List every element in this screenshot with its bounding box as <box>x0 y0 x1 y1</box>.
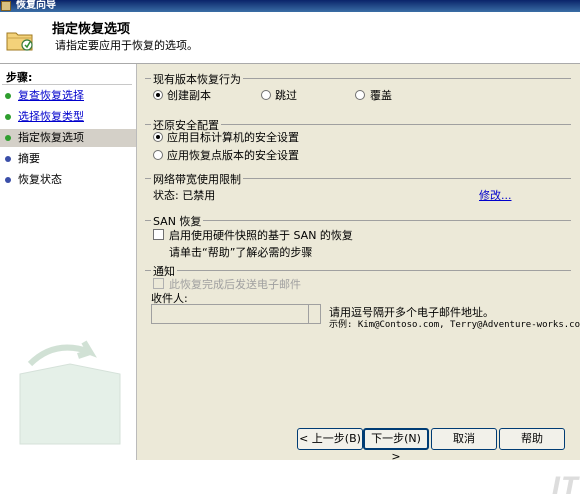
cancel-button[interactable]: 取消 <box>431 428 497 450</box>
sidebar-item-label: 选择恢复类型 <box>18 110 84 123</box>
skip-radio[interactable] <box>261 90 271 100</box>
create-copy-label[interactable]: 创建副本 <box>167 87 211 103</box>
options-panel: 现有版本恢复行为 创建副本 跳过 覆盖 还原安全配置 应用目标计算机的安全设置 … <box>137 64 580 500</box>
steps-title: 步骤: <box>6 71 33 84</box>
target-security-label[interactable]: 应用目标计算机的安全设置 <box>167 129 299 145</box>
page-subtitle: 请指定要应用于恢复的选项。 <box>55 39 198 52</box>
overwrite-radio[interactable] <box>355 90 365 100</box>
sidebar-item-label: 恢复状态 <box>18 173 62 186</box>
sidebar-item-options: 指定恢复选项 <box>0 129 136 147</box>
notification-group: 通知 此恢复完成后发送电子邮件 收件人: 请用逗号隔开多个电子邮件地址。 示例:… <box>145 263 580 347</box>
email-checkbox-label: 此恢复完成后发送电子邮件 <box>169 278 301 291</box>
restore-security-group: 还原安全配置 应用目标计算机的安全设置 应用恢复点版本的安全设置 <box>145 117 571 169</box>
completed-step-icon <box>5 93 11 99</box>
pending-step-icon <box>5 156 11 162</box>
back-button[interactable]: < 上一步(B) <box>297 428 363 450</box>
recipient-example: 示例: Kim@Contoso.com, Terry@Adventure-wor… <box>329 320 580 330</box>
existing-version-group: 现有版本恢复行为 创建副本 跳过 覆盖 <box>145 71 571 117</box>
help-button[interactable]: 帮助 <box>499 428 565 450</box>
san-checkbox-label[interactable]: 启用使用硬件快照的基于 SAN 的恢复 <box>169 227 353 243</box>
completed-step-icon <box>5 114 11 120</box>
overwrite-label[interactable]: 覆盖 <box>370 87 392 103</box>
create-copy-radio[interactable] <box>153 90 163 100</box>
site-watermark: IT168 <box>552 472 580 500</box>
group-title: 现有版本恢复行为 <box>151 71 243 87</box>
recovery-point-security-radio[interactable] <box>153 150 163 160</box>
title-bar: 恢复向导 <box>0 0 580 12</box>
sidebar-item-label: 指定恢复选项 <box>18 131 84 144</box>
sidebar-item-label: 摘要 <box>18 152 40 165</box>
wizard-header: 指定恢复选项 请指定要应用于恢复的选项。 <box>0 12 580 64</box>
steps-sidebar: 步骤: 复查恢复选择 选择恢复类型 指定恢复选项 摘要 恢复状态 <box>0 64 137 460</box>
san-checkbox[interactable] <box>153 229 164 240</box>
wizard-icon <box>1 1 11 11</box>
page-title: 指定恢复选项 <box>52 22 131 37</box>
folder-restore-icon <box>6 32 33 51</box>
sidebar-item-label: 复查恢复选择 <box>18 89 84 102</box>
sidebar-item-summary: 摘要 <box>0 150 136 168</box>
recovery-watermark-icon <box>19 340 121 445</box>
modify-bandwidth-link[interactable]: 修改... <box>479 187 512 203</box>
skip-label[interactable]: 跳过 <box>275 87 297 103</box>
next-button[interactable]: 下一步(N) > <box>363 428 429 463</box>
sidebar-item-review[interactable]: 复查恢复选择 <box>0 87 136 105</box>
bandwidth-status: 状态: 已禁用 <box>153 189 216 202</box>
recovery-point-security-label[interactable]: 应用恢复点版本的安全设置 <box>167 147 299 163</box>
window-title: 恢复向导 <box>16 0 56 11</box>
current-step-icon <box>5 135 11 141</box>
steps-divider <box>2 84 132 85</box>
recipient-scrollbar[interactable] <box>308 305 320 323</box>
target-security-radio[interactable] <box>153 132 163 142</box>
san-help-text: 请单击“帮助”了解必需的步骤 <box>169 246 313 259</box>
bandwidth-group: 网络带宽使用限制 状态: 已禁用 修改... <box>145 171 571 209</box>
san-group: SAN 恢复 启用使用硬件快照的基于 SAN 的恢复 请单击“帮助”了解必需的步… <box>145 213 571 263</box>
email-checkbox[interactable] <box>153 278 164 289</box>
recipient-field[interactable] <box>151 304 321 324</box>
sidebar-item-status: 恢复状态 <box>0 171 136 189</box>
pending-step-icon <box>5 177 11 183</box>
group-title: 网络带宽使用限制 <box>151 171 243 187</box>
sidebar-item-recovery-type[interactable]: 选择恢复类型 <box>0 108 136 126</box>
